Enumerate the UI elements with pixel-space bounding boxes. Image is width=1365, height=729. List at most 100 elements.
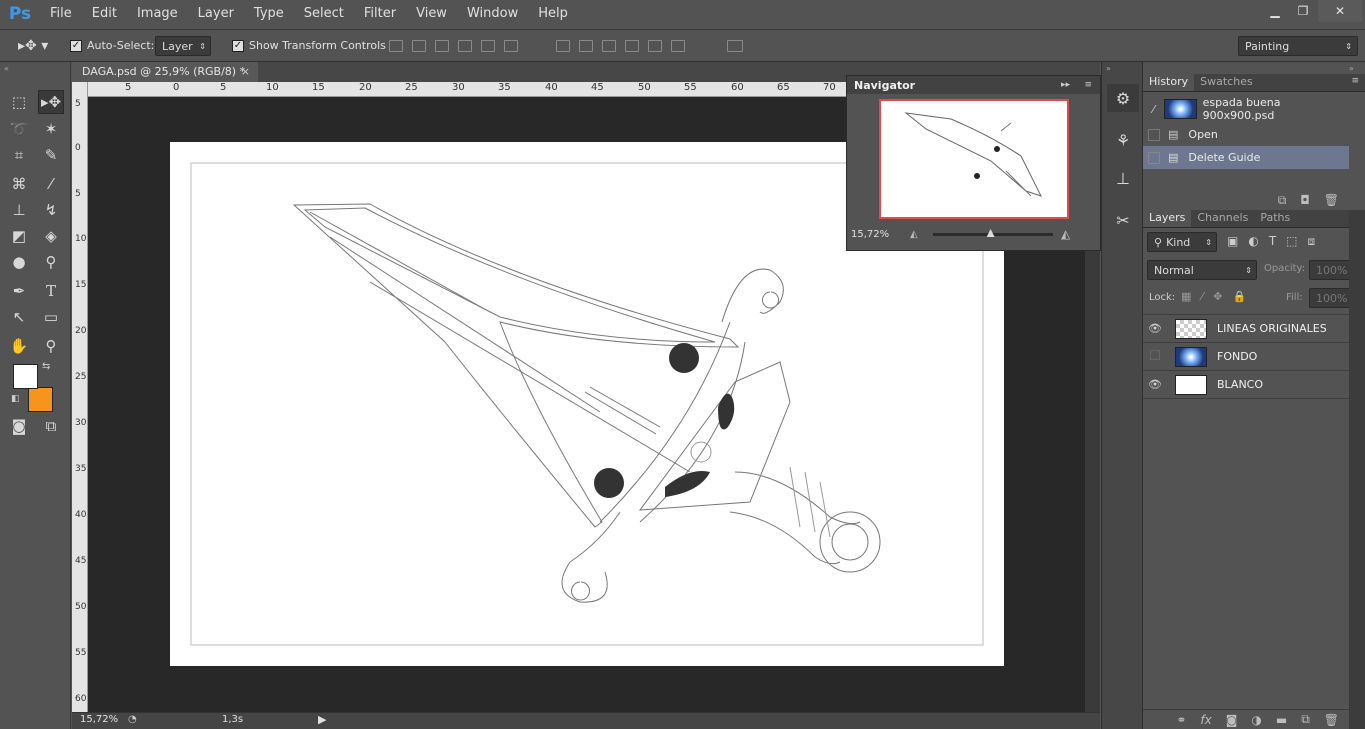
tab-paths[interactable]: Paths [1254, 209, 1296, 227]
eraser-tool-icon[interactable]: ◩ [6, 224, 32, 248]
zoom-out-icon[interactable]: ◭ [910, 229, 918, 240]
align-vcenter-icon[interactable] [412, 40, 426, 52]
clone-source-dock-icon[interactable]: ⊥ [1107, 164, 1139, 192]
vertical-ruler[interactable]: 5 0 5 10 15 20 25 30 35 40 45 50 55 60 [72, 82, 88, 712]
lasso-tool-icon[interactable]: ➰ [6, 117, 32, 141]
blend-mode-dropdown[interactable]: Normal ⇕ [1147, 260, 1257, 280]
new-group-icon[interactable]: ▬ [1276, 713, 1287, 727]
tab-history[interactable]: History [1143, 73, 1195, 91]
menu-filter[interactable]: Filter [354, 0, 406, 28]
status-menu-arrow-icon[interactable]: ▶ [318, 713, 326, 726]
lock-position-icon[interactable]: ✥ [1213, 290, 1222, 303]
brush-tool-icon[interactable]: ⁄ [38, 172, 64, 196]
layer-row[interactable]: 👁 LINEAS ORIGINALES [1143, 315, 1349, 343]
auto-select-dropdown[interactable]: Layer ⇕ [155, 36, 211, 56]
zoom-slider-thumb[interactable] [986, 229, 995, 237]
marquee-tool-icon[interactable]: ⬚ [6, 90, 32, 114]
export-icon[interactable]: ◔ [128, 714, 137, 725]
add-mask-icon[interactable]: ◙ [1226, 713, 1238, 727]
zoom-tool-icon[interactable]: ⚲ [38, 334, 64, 358]
restore-button[interactable]: ❐ [1288, 0, 1318, 22]
rectangle-tool-icon[interactable]: ▭ [38, 305, 64, 329]
adjustment-layer-icon[interactable]: ◑ [1251, 713, 1261, 727]
visibility-eye-icon[interactable]: 👁 [1143, 378, 1167, 391]
menu-edit[interactable]: Edit [82, 0, 127, 28]
history-brush-source-icon[interactable]: ⁄ [1143, 103, 1164, 116]
swap-colors-icon[interactable]: ⇆ [42, 361, 50, 372]
screen-mode-icon[interactable]: ⧉ [38, 414, 64, 438]
adjustment-filter-icon[interactable]: ◐ [1248, 234, 1258, 249]
menu-view[interactable]: View [406, 0, 457, 28]
close-tab-icon[interactable]: × [241, 62, 250, 82]
panel-menu-icon[interactable]: ≡ [1351, 76, 1359, 86]
auto-select-checkbox[interactable]: ✓ [70, 39, 82, 52]
path-selection-tool-icon[interactable]: ↖ [6, 305, 32, 329]
pixel-filter-icon[interactable]: ▣ [1227, 234, 1238, 249]
minimize-button[interactable]: ▁ [1260, 0, 1290, 22]
menu-layer[interactable]: Layer [188, 0, 244, 28]
type-filter-icon[interactable]: T [1269, 234, 1276, 249]
menu-help[interactable]: Help [528, 0, 578, 28]
menu-file[interactable]: File [40, 0, 82, 28]
menu-select[interactable]: Select [294, 0, 354, 28]
new-snapshot-icon[interactable]: ◘ [1300, 193, 1310, 207]
distribute-top-icon[interactable] [556, 40, 570, 52]
lock-image-icon[interactable]: ⁄ [1201, 290, 1203, 303]
expand-panel-icon[interactable]: ▸▸ [1061, 80, 1070, 90]
workspace-dropdown[interactable]: Painting ⇕ [1238, 36, 1358, 56]
tab-layers[interactable]: Layers [1143, 209, 1192, 227]
collapse-icon[interactable]: » [1349, 64, 1354, 73]
collapse-icon[interactable]: « [4, 64, 9, 73]
tab-swatches[interactable]: Swatches [1194, 73, 1259, 91]
zoom-in-icon[interactable]: ◭ [1061, 227, 1070, 241]
navigator-zoom-slider[interactable] [933, 229, 1053, 237]
paint-bucket-tool-icon[interactable]: ◈ [38, 224, 64, 248]
document-tab[interactable]: DAGA.psd @ 25,9% (RGB/8) * × [72, 62, 258, 82]
distribute-left-icon[interactable] [625, 40, 639, 52]
layers-scrollbar[interactable] [1349, 210, 1365, 729]
menu-window[interactable]: Window [457, 0, 528, 28]
delete-state-icon[interactable]: 🗑 [1324, 193, 1339, 207]
new-layer-icon[interactable]: ⧉ [1301, 712, 1310, 727]
pen-tool-icon[interactable]: ✒ [6, 279, 32, 303]
move-tool-icon[interactable]: ▸✥ [38, 90, 64, 114]
history-snapshot[interactable]: ⁄ espada buena 900x900.psd [1143, 95, 1349, 123]
menu-image[interactable]: Image [127, 0, 188, 28]
blur-tool-icon[interactable]: ● [6, 250, 32, 274]
tool-presets-dock-icon[interactable]: ✂ [1107, 206, 1139, 234]
hand-tool-icon[interactable]: ✋ [6, 334, 32, 358]
collapse-icon[interactable]: » [1106, 64, 1111, 73]
link-layers-icon[interactable]: ⚭ [1176, 713, 1186, 727]
healing-brush-tool-icon[interactable]: ⌘ [6, 172, 32, 196]
lock-transparent-icon[interactable]: ▦ [1181, 290, 1191, 303]
crop-tool-icon[interactable]: ⌗ [6, 143, 32, 167]
clone-stamp-tool-icon[interactable]: ⊥ [6, 198, 32, 222]
quick-mask-icon[interactable]: ◙ [6, 414, 32, 438]
dodge-tool-icon[interactable]: ⚲ [38, 250, 64, 274]
show-transform-checkbox[interactable]: ✓ [232, 39, 244, 52]
auto-align-icon[interactable] [727, 40, 743, 52]
magic-wand-tool-icon[interactable]: ✶ [38, 117, 64, 141]
distribute-right-icon[interactable] [671, 40, 685, 52]
smart-object-filter-icon[interactable]: ⧈ [1308, 234, 1316, 249]
type-tool-icon[interactable]: T [38, 279, 64, 303]
visibility-eye-icon[interactable]: 👁 [1143, 322, 1167, 335]
navigator-preview[interactable] [879, 99, 1069, 219]
distribute-vcenter-icon[interactable] [579, 40, 593, 52]
background-color-swatch[interactable] [28, 387, 53, 412]
move-tool-preset-icon[interactable]: ▸✥ ▾ [18, 38, 48, 54]
delete-layer-icon[interactable]: 🗑 [1324, 713, 1339, 727]
foreground-color-swatch[interactable] [13, 364, 38, 389]
history-item[interactable]: ▤ Delete Guide [1143, 146, 1349, 169]
align-top-icon[interactable] [389, 40, 403, 52]
tab-channels[interactable]: Channels [1191, 209, 1254, 227]
close-button[interactable]: ✕ [1318, 0, 1362, 22]
distribute-bottom-icon[interactable] [602, 40, 616, 52]
history-brush-tool-icon[interactable]: ↯ [38, 198, 64, 222]
shape-filter-icon[interactable]: ⬚ [1286, 234, 1297, 249]
zoom-readout[interactable]: 15,72% [80, 714, 118, 725]
history-brush-source-box[interactable] [1148, 151, 1160, 164]
brush-presets-dock-icon[interactable]: ⚘ [1107, 126, 1139, 154]
navigator-zoom-value[interactable]: 15,72% [851, 229, 889, 240]
align-bottom-icon[interactable] [435, 40, 449, 52]
